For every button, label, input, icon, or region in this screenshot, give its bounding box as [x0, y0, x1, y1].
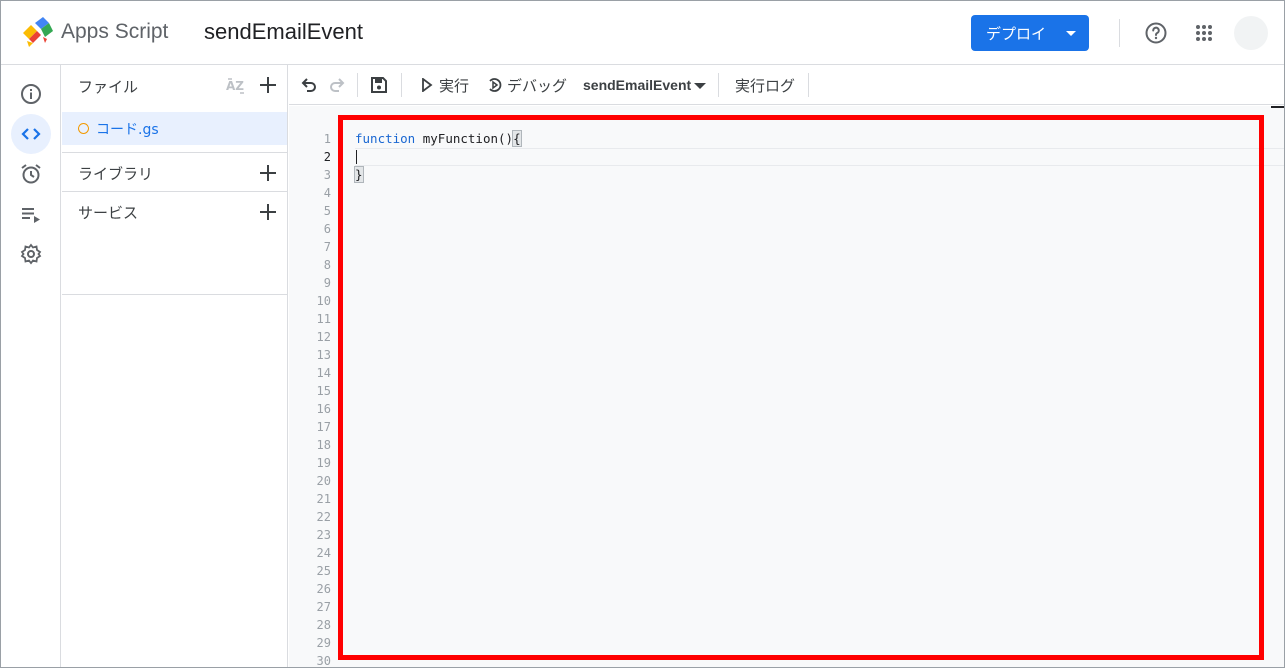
app-window: Apps Script sendEmailEvent デプロイ ファイル AZ …: [0, 0, 1285, 668]
alarm-clock-icon: [21, 164, 41, 184]
line-number: 15: [316, 384, 331, 398]
sort-az-icon[interactable]: AZ: [225, 75, 247, 97]
line-number: 1: [323, 132, 331, 146]
line-number: 25: [316, 564, 331, 578]
line-number: 11: [316, 312, 331, 326]
line-number-gutter: 1 2 3 4 5 6 7 8 9 10 11 12 13 14 15 16 17 18 19 20 21 22 23 24 2…: [289, 130, 331, 668]
line-number: 14: [316, 366, 331, 380]
execution-log-button[interactable]: 実行ログ: [735, 75, 795, 96]
line-number: 17: [316, 420, 331, 434]
toolbar-divider: [357, 73, 358, 97]
run-button[interactable]: 実行: [421, 65, 471, 105]
left-rail: [1, 65, 61, 667]
line-number: 20: [316, 474, 331, 488]
apps-script-logo-icon: [23, 17, 53, 47]
files-panel: ファイル AZ コード.gs ライブラリ サービス: [62, 65, 288, 667]
highlight-annotation-box: [338, 115, 1264, 660]
files-title: ファイル: [78, 78, 139, 96]
play-icon: [422, 78, 433, 92]
caret-down-icon: [694, 83, 706, 89]
file-name: コード.gs: [96, 122, 159, 138]
line-number: 8: [323, 258, 331, 272]
executions-button[interactable]: [11, 194, 51, 234]
header-divider: [1119, 19, 1120, 47]
line-number: 6: [323, 222, 331, 236]
debug-label: デバッグ: [507, 77, 568, 95]
line-number: 30: [316, 654, 331, 668]
line-number: 4: [323, 186, 331, 200]
services-section: サービス: [62, 191, 287, 230]
line-number: 23: [316, 528, 331, 542]
section-divider: [62, 294, 287, 295]
info-icon: [21, 84, 41, 104]
line-number: 27: [316, 600, 331, 614]
app-name[interactable]: Apps Script: [61, 20, 168, 44]
unsaved-status-icon: [78, 123, 89, 134]
svg-text:AZ: AZ: [226, 79, 244, 93]
editor-button[interactable]: [11, 114, 51, 154]
file-item[interactable]: コード.gs: [62, 112, 287, 145]
save-icon[interactable]: [369, 75, 389, 95]
scrollbar-marker: [1271, 106, 1284, 108]
deploy-label: デプロイ: [986, 24, 1047, 43]
libraries-label: ライブラリ: [78, 165, 154, 183]
line-number: 26: [316, 582, 331, 596]
add-service-icon[interactable]: [258, 202, 278, 222]
triggers-button[interactable]: [11, 154, 51, 194]
editor-toolbar: 実行 デバッグ sendEmailEvent 実行ログ: [289, 65, 1284, 105]
help-icon[interactable]: [1144, 21, 1168, 45]
debug-button[interactable]: デバッグ: [487, 65, 567, 105]
line-number: 12: [316, 330, 331, 344]
line-number: 16: [316, 402, 331, 416]
line-number: 7: [323, 240, 331, 254]
line-number: 5: [323, 204, 331, 218]
overview-button[interactable]: [11, 74, 51, 114]
services-label: サービス: [78, 204, 139, 222]
project-name[interactable]: sendEmailEvent: [204, 19, 363, 45]
line-number: 28: [316, 618, 331, 632]
redo-icon[interactable]: [327, 75, 347, 95]
avatar[interactable]: [1234, 16, 1268, 50]
toolbar-divider: [401, 73, 402, 97]
google-apps-icon[interactable]: [1194, 23, 1214, 43]
line-number: 13: [316, 348, 331, 362]
playlist-play-icon: [22, 208, 40, 223]
add-library-icon[interactable]: [258, 163, 278, 183]
line-number: 22: [316, 510, 331, 524]
code-icon: [21, 128, 41, 140]
line-number: 10: [316, 294, 331, 308]
line-number: 18: [316, 438, 331, 452]
line-number: 2: [323, 150, 331, 164]
top-header: Apps Script sendEmailEvent デプロイ: [1, 1, 1284, 65]
line-number: 29: [316, 636, 331, 650]
files-header: ファイル AZ: [62, 65, 287, 105]
toolbar-divider: [808, 73, 809, 97]
add-file-icon[interactable]: [258, 75, 278, 95]
line-number: 19: [316, 456, 331, 470]
run-label: 実行: [439, 77, 470, 95]
line-number: 3: [323, 168, 331, 182]
line-number: 21: [316, 492, 331, 506]
undo-icon[interactable]: [299, 75, 319, 95]
line-number: 9: [323, 276, 331, 290]
caret-down-icon: [1066, 31, 1076, 36]
deploy-button[interactable]: デプロイ: [971, 15, 1089, 51]
gear-icon: [20, 243, 42, 265]
settings-button[interactable]: [11, 234, 51, 274]
function-select-value: sendEmailEvent: [583, 77, 692, 93]
line-number: 24: [316, 546, 331, 560]
debug-icon: [489, 78, 502, 92]
libraries-section: ライブラリ: [62, 152, 287, 191]
toolbar-divider: [718, 73, 719, 97]
